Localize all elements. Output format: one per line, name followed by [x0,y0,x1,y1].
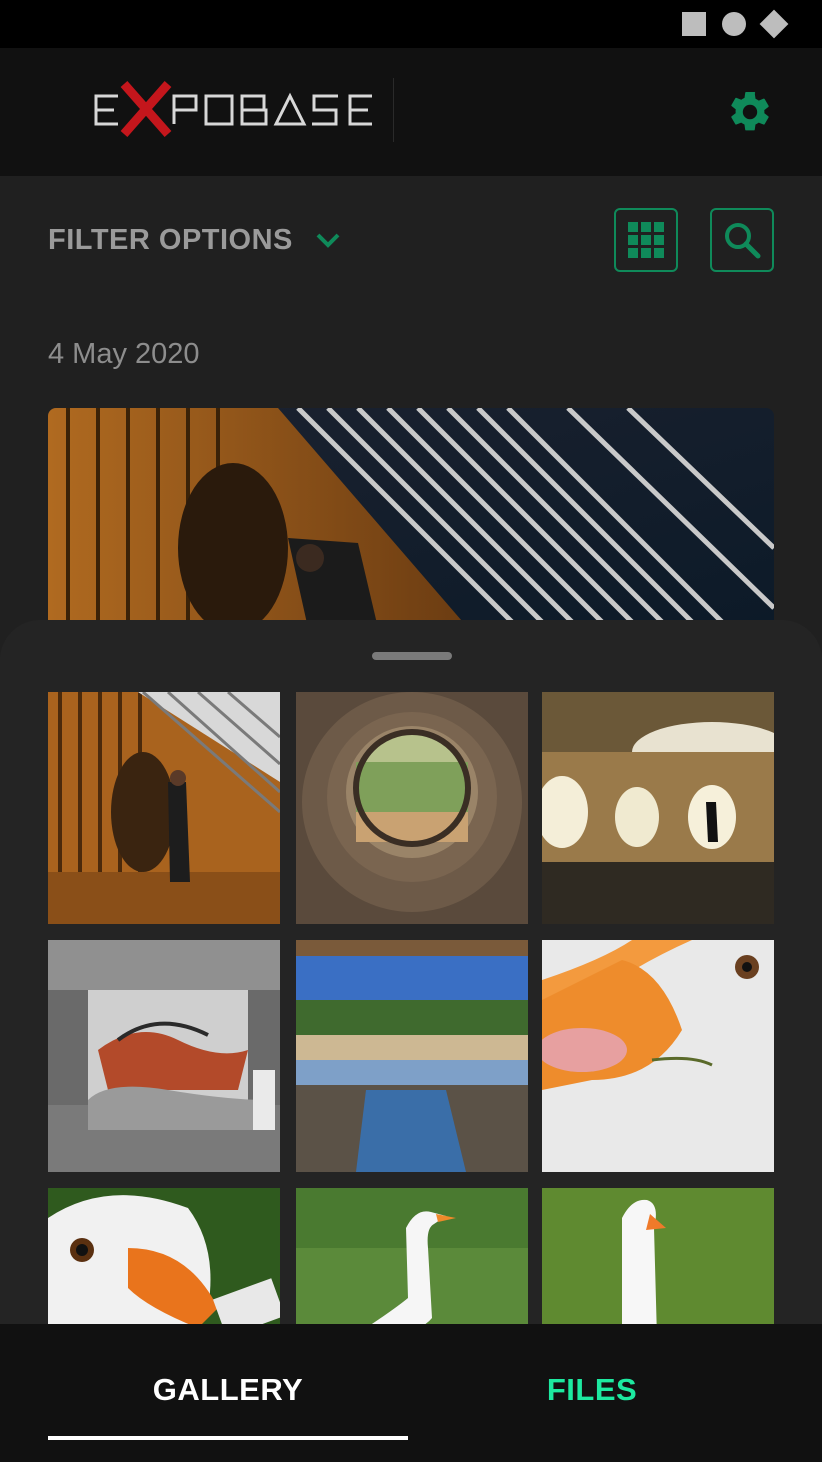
photo-thumbnail[interactable] [542,692,774,924]
diamond-icon [759,9,789,39]
photo-thumbnail[interactable] [296,940,528,1172]
bottom-nav: GALLERY FILES [0,1324,822,1462]
photo-thumbnail[interactable] [542,940,774,1172]
grid-icon [628,222,664,258]
square-icon [682,12,706,36]
chevron-down-icon[interactable] [314,228,342,252]
photo-thumbnail[interactable] [48,940,280,1172]
tab-files[interactable]: FILES [408,1372,776,1408]
filter-options-toggle[interactable]: FILTER OPTIONS [48,224,293,257]
tab-gallery[interactable]: GALLERY [0,1372,456,1408]
circle-icon [722,12,746,36]
photo-thumbnail[interactable] [296,692,528,924]
photo-thumbnail[interactable] [48,692,280,924]
drag-handle[interactable] [372,652,452,660]
search-icon [725,223,761,259]
grid-view-button[interactable] [614,208,678,272]
search-button[interactable] [710,208,774,272]
active-tab-indicator [48,1436,408,1440]
hero-photo[interactable] [48,408,774,628]
app-logo [94,78,394,142]
status-bar [0,0,822,48]
section-date: 4 May 2020 [48,338,200,370]
gear-icon[interactable] [726,88,774,136]
